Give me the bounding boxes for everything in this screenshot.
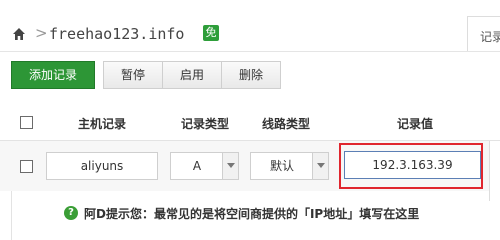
- header-line: 线路类型: [262, 117, 311, 131]
- free-badge: 免: [203, 25, 219, 41]
- home-icon[interactable]: [12, 26, 26, 40]
- line-type-select[interactable]: 默认: [250, 152, 329, 180]
- header-value: 记录值: [397, 117, 434, 131]
- pause-button[interactable]: 暂停: [103, 61, 163, 89]
- tip-text: 阿D提示您：最常见的是将空间商提供的「IP地址」填写在这里: [84, 207, 420, 221]
- chevron-down-icon[interactable]: [222, 153, 238, 179]
- panel-edge: [489, 141, 500, 201]
- add-record-button[interactable]: 添加记录: [11, 61, 95, 89]
- record-type-select[interactable]: A: [170, 152, 239, 180]
- line-type-value: 默认: [269, 159, 294, 173]
- delete-button[interactable]: 删除: [221, 61, 281, 89]
- record-type-value: A: [192, 159, 202, 173]
- header-host: 主机记录: [78, 117, 127, 131]
- breadcrumb-domain[interactable]: freehao123.info: [49, 25, 184, 43]
- divider: [11, 191, 12, 240]
- highlight-box: [339, 143, 483, 189]
- row-checkbox[interactable]: [20, 160, 33, 173]
- help-icon: ?: [64, 206, 78, 220]
- header-type: 记录类型: [181, 117, 230, 131]
- host-record-input[interactable]: aliyuns: [46, 152, 158, 180]
- select-all-checkbox[interactable]: [20, 116, 33, 129]
- divider: [0, 51, 500, 52]
- chevron-down-icon[interactable]: [312, 153, 328, 179]
- enable-button[interactable]: 启用: [162, 61, 222, 89]
- tab-records[interactable]: 记录: [467, 16, 500, 52]
- breadcrumb-separator: >: [35, 24, 48, 42]
